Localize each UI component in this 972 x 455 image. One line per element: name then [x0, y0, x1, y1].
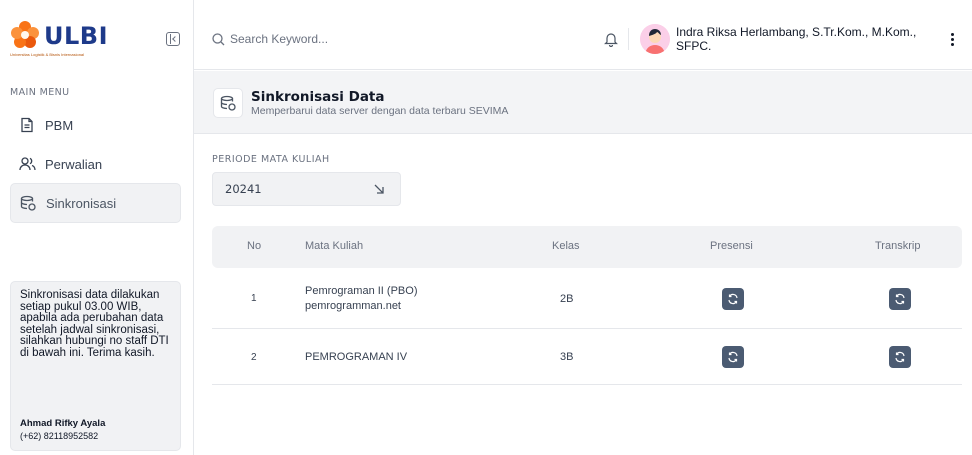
class-name: 2B: [560, 293, 574, 305]
class-name: 3B: [560, 351, 574, 363]
refresh-icon: [728, 293, 738, 305]
transkrip-sync-button[interactable]: [889, 346, 911, 368]
course-name: PEMROGRAMAN IV: [305, 351, 408, 363]
period-label: PERIODE MATA KULIAH: [212, 154, 330, 165]
row-number: 1: [251, 293, 257, 304]
contact-name: Ahmad Rifky Ayala: [20, 418, 106, 429]
column-header: Presensi: [710, 240, 753, 252]
sidebar-item-label: PBM: [45, 117, 74, 133]
sidebar-collapse-icon[interactable]: [166, 32, 180, 46]
database-sync-icon: [19, 194, 37, 212]
top-header: Indra Riksa Herlambang, S.Tr.Kom., M.Kom…: [194, 0, 972, 70]
table-row: 1 Pemrograman II (PBO) pemrogramman.net …: [212, 268, 962, 329]
sidebar: ULBI Universitas Logistik & Bisnis Inter…: [0, 0, 194, 455]
menu-title: MAIN MENU: [10, 87, 70, 98]
search-bar[interactable]: [212, 32, 430, 46]
logo-subtitle: Universitas Logistik & Bisnis Internasio…: [10, 52, 85, 57]
period-select[interactable]: 20241: [212, 172, 401, 206]
users-icon: [18, 155, 36, 173]
course-name: Pemrograman II (PBO): [305, 285, 418, 297]
sync-info-text: Sinkronisasi data dilakukan setiap pukul…: [20, 289, 169, 359]
column-header: Kelas: [552, 240, 580, 252]
search-icon: [212, 32, 225, 45]
course-sub: pemrogramman.net: [305, 300, 401, 312]
logo-text: ULBI: [44, 22, 109, 50]
presensi-sync-button[interactable]: [722, 288, 744, 310]
course-table: No Mata Kuliah Kelas Presensi Transkrip …: [212, 226, 962, 385]
refresh-icon: [728, 351, 738, 363]
sidebar-item-label: Sinkronisasi: [46, 195, 117, 211]
search-input[interactable]: [230, 32, 430, 46]
page-header: Sinkronisasi Data Memperbarui data serve…: [194, 71, 972, 134]
brand-logo[interactable]: ULBI Universitas Logistik & Bisnis Inter…: [10, 18, 110, 58]
page-title: Sinkronisasi Data: [251, 89, 385, 105]
avatar-illustration: [640, 24, 670, 54]
sidebar-item-label: Perwalian: [45, 156, 103, 172]
header-divider: [628, 28, 629, 50]
table-row: 2 PEMROGRAMAN IV 3B: [212, 329, 962, 385]
sidebar-item-perwalian[interactable]: Perwalian: [10, 144, 181, 184]
period-value: 20241: [225, 182, 262, 196]
presensi-sync-button[interactable]: [722, 346, 744, 368]
bell-icon[interactable]: [604, 31, 618, 47]
refresh-icon: [895, 293, 905, 305]
transkrip-sync-button[interactable]: [889, 288, 911, 310]
sync-info-card: Sinkronisasi data dilakukan setiap pukul…: [10, 281, 181, 451]
avatar[interactable]: [640, 24, 670, 54]
column-header: Mata Kuliah: [305, 240, 364, 252]
refresh-icon: [895, 351, 905, 363]
database-sync-icon: [213, 88, 243, 118]
sidebar-item-sinkronisasi[interactable]: Sinkronisasi: [10, 183, 181, 223]
column-header: Transkrip: [875, 240, 921, 252]
column-header: No: [247, 240, 262, 252]
sidebar-item-pbm[interactable]: PBM: [10, 105, 181, 145]
table-header: No Mata Kuliah Kelas Presensi Transkrip: [212, 226, 962, 268]
page-subtitle: Memperbarui data server dengan data terb…: [251, 105, 509, 117]
user-name[interactable]: Indra Riksa Herlambang, S.Tr.Kom., M.Kom…: [676, 25, 931, 53]
document-icon: [18, 116, 36, 134]
more-options-icon[interactable]: [951, 33, 955, 47]
logo-flower-icon: [11, 21, 39, 48]
app-root: ULBI Universitas Logistik & Bisnis Inter…: [0, 0, 972, 455]
contact-phone: (+62) 82118952582: [20, 431, 99, 441]
arrow-down-right-icon: [374, 184, 384, 194]
row-number: 2: [251, 352, 257, 363]
